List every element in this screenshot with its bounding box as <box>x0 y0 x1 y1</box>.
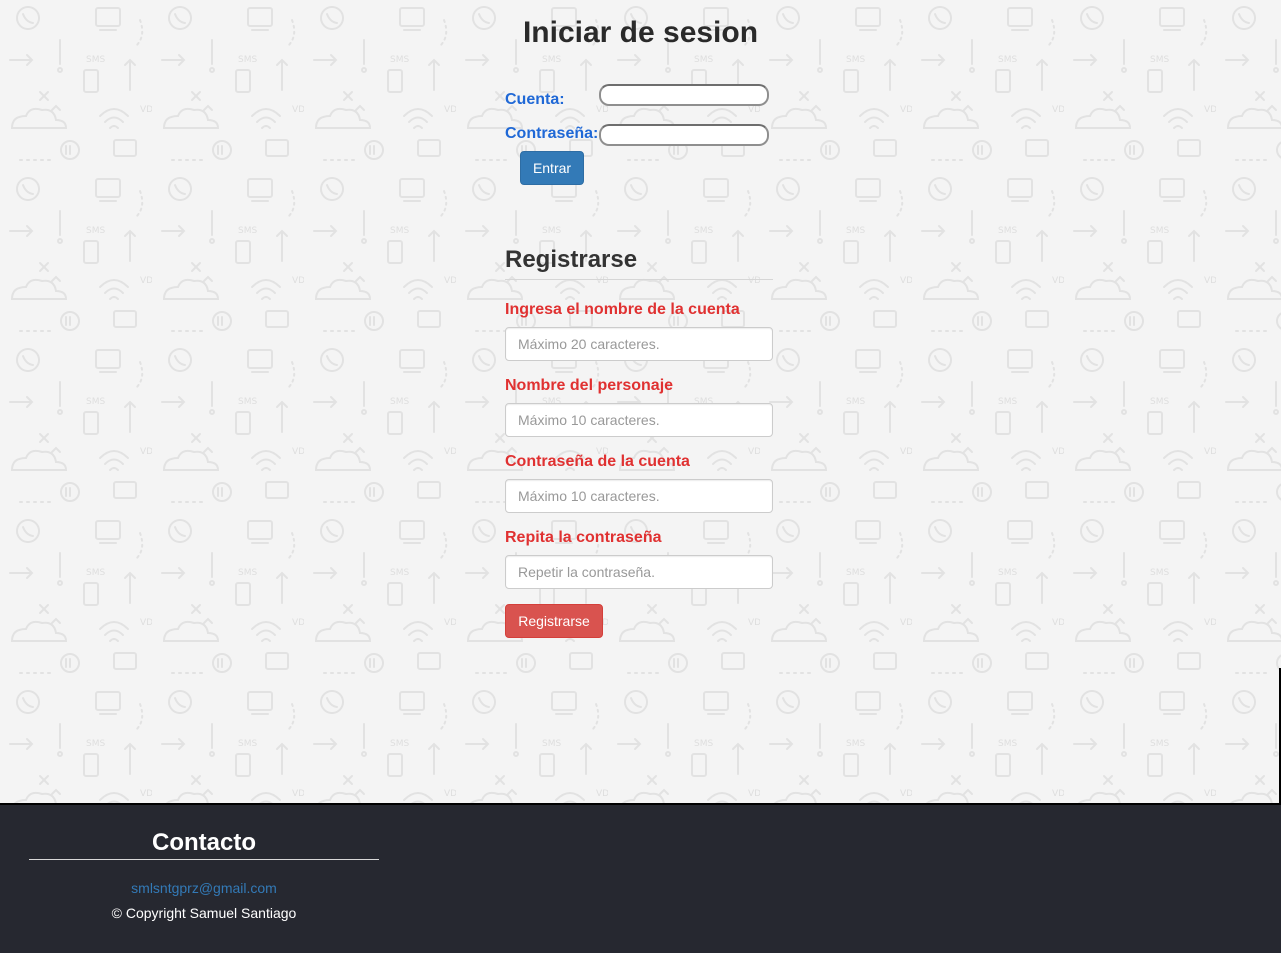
login-button[interactable]: Entrar <box>520 151 584 185</box>
account-name-input[interactable] <box>505 327 773 361</box>
password-input[interactable] <box>599 124 769 146</box>
character-name-label: Nombre del personaje <box>505 377 674 394</box>
doodle-pattern: SMS VD <box>0 0 1281 803</box>
register-button[interactable]: Registrarse <box>505 604 603 638</box>
account-label: Cuenta: <box>505 91 565 108</box>
login-title: Iniciar de sesion <box>522 16 759 49</box>
repeat-password-label: Repita la contraseña <box>505 529 662 546</box>
account-password-label: Contraseña de la cuenta <box>505 453 690 470</box>
register-title: Registrarse <box>505 246 638 273</box>
register-divider <box>505 279 773 280</box>
footer: Contacto smlsntgprz@gmail.com © Copyrigh… <box>0 803 1281 953</box>
contact-email-link[interactable]: smlsntgprz@gmail.com <box>29 880 379 896</box>
footer-title: Contacto <box>152 829 256 856</box>
repeat-password-input[interactable] <box>505 555 773 589</box>
copyright-text: © Copyright Samuel Santiago <box>111 905 297 921</box>
account-password-input[interactable] <box>505 479 773 513</box>
password-label: Contraseña: <box>505 125 599 142</box>
character-name-input[interactable] <box>505 403 773 437</box>
account-name-label: Ingresa el nombre de la cuenta <box>505 301 740 318</box>
footer-divider <box>29 859 379 860</box>
patterned-background: SMS VD <box>0 0 1281 803</box>
account-input[interactable] <box>599 84 769 106</box>
